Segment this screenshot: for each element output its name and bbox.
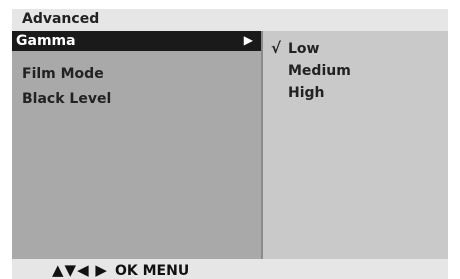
gamma-submenu: √ Low Medium High: [263, 31, 448, 259]
menu-item-label: Film Mode: [22, 66, 104, 82]
menu-title: Advanced: [22, 11, 100, 27]
menu-panel: Gamma ▶ Film Mode Black Level √ Low Medi…: [12, 31, 448, 259]
menu-item-label: Gamma: [16, 33, 76, 49]
menu-item-label: Black Level: [22, 91, 112, 107]
option-low[interactable]: Low: [288, 41, 319, 57]
menu-item-gamma[interactable]: Gamma ▶: [12, 31, 261, 51]
navigation-arrows-icon: ▲▼◀ ▶: [52, 261, 108, 279]
submenu-arrow-icon: ▶: [243, 33, 253, 47]
option-high[interactable]: High: [288, 85, 325, 101]
menu-header: Advanced: [12, 9, 448, 31]
navigation-hint-bar: ▲▼◀ ▶ OK MENU: [12, 259, 448, 279]
main-menu: Gamma ▶ Film Mode Black Level: [12, 31, 261, 259]
option-medium[interactable]: Medium: [288, 63, 351, 79]
menu-item-film-mode[interactable]: Film Mode: [12, 64, 261, 84]
navigation-hint-text: OK MENU: [115, 263, 190, 279]
menu-item-black-level[interactable]: Black Level: [12, 89, 261, 109]
checkmark-icon: √: [271, 39, 282, 57]
